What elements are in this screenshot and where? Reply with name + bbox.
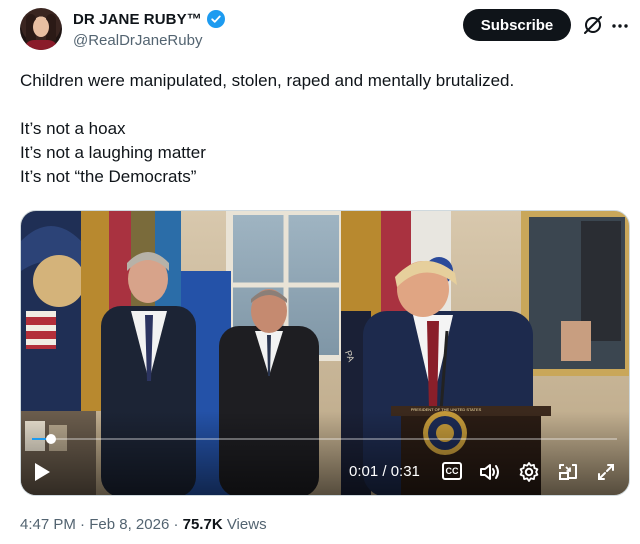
views-count[interactable]: 75.7K bbox=[183, 516, 223, 533]
play-icon[interactable] bbox=[30, 460, 54, 484]
views-label: Views bbox=[222, 516, 267, 533]
tweet-line: It’s not a laughing matter bbox=[20, 143, 206, 162]
pip-icon[interactable] bbox=[556, 460, 580, 484]
display-name[interactable]: DR JANE RUBY™ bbox=[73, 11, 202, 28]
tweet-time[interactable]: 4:47 PM bbox=[20, 516, 76, 533]
volume-icon[interactable] bbox=[478, 460, 502, 484]
tweet-line: Children were manipulated, stolen, raped… bbox=[20, 71, 515, 90]
subscribe-button[interactable]: Subscribe bbox=[463, 9, 571, 41]
meta-separator: · bbox=[75, 516, 90, 533]
podium-seal-text: PRESIDENT OF THE UNITED STATES bbox=[410, 407, 482, 412]
author-name-row[interactable]: DR JANE RUBY™ bbox=[73, 10, 225, 28]
video-progress-handle[interactable] bbox=[45, 434, 56, 444]
video-progress-bar[interactable] bbox=[32, 434, 617, 444]
meta-separator: · bbox=[169, 516, 183, 533]
tweet-line: It’s not “the Democrats” bbox=[20, 167, 197, 186]
settings-icon[interactable] bbox=[517, 460, 541, 484]
tweet-meta: 4:47 PM · Feb 8, 2026 · 75.7K Views bbox=[20, 516, 267, 533]
tweet-line: It’s not a hoax bbox=[20, 119, 126, 138]
more-icon[interactable] bbox=[610, 16, 630, 36]
avatar[interactable] bbox=[20, 8, 62, 50]
cc-icon[interactable]: CC bbox=[442, 462, 462, 480]
video-time: 0:01 / 0:31 bbox=[349, 463, 420, 480]
avatar-face bbox=[33, 17, 49, 37]
tweet-text: Children were manipulated, stolen, raped… bbox=[20, 69, 620, 189]
tweet-date[interactable]: Feb 8, 2026 bbox=[89, 516, 169, 533]
video-player[interactable]: PRESIDENT OF THE UNITED STATES PA bbox=[20, 210, 630, 496]
author-handle[interactable]: @RealDrJaneRuby bbox=[73, 32, 202, 49]
grok-icon[interactable] bbox=[582, 14, 604, 36]
avatar-shirt bbox=[24, 40, 58, 50]
video-frame bbox=[21, 211, 629, 495]
fullscreen-icon[interactable] bbox=[594, 460, 618, 484]
verified-badge-icon bbox=[206, 10, 225, 28]
